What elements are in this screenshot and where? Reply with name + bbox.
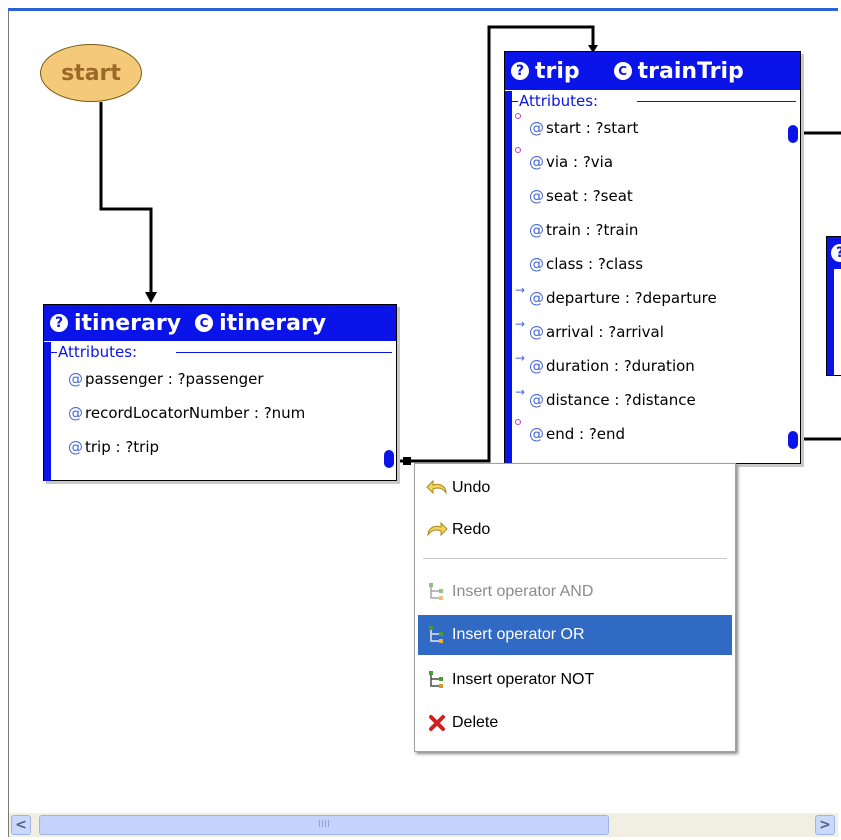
- attribute-text: passenger : ?passenger: [85, 370, 264, 388]
- itinerary-node[interactable]: ? itinerary C itinerary Attributes: @ pas…: [43, 304, 397, 481]
- attribute-text: trip : ?trip: [85, 438, 160, 456]
- attribute-icon: @: [529, 289, 544, 307]
- bound-circle-icon: [515, 419, 521, 425]
- query-icon: ?: [831, 244, 841, 262]
- trip-attribute-row[interactable]: @ via : ?via: [505, 145, 800, 179]
- menu-item-label: Insert operator NOT: [452, 671, 595, 688]
- menu-item-insert-and[interactable]: Insert operator AND: [418, 572, 732, 612]
- canvas-top-border: [8, 8, 838, 11]
- attribute-text: recordLocatorNumber : ?num: [85, 404, 306, 422]
- menu-item-undo[interactable]: Undo: [418, 468, 732, 508]
- redo-arrow-icon: [426, 519, 448, 541]
- start-node[interactable]: start: [40, 44, 142, 102]
- bound-circle-icon: [515, 147, 521, 153]
- trip-attribute-row[interactable]: → @ departure : ?departure: [505, 281, 800, 315]
- attribute-icon: @: [529, 323, 544, 341]
- query-icon: ?: [511, 62, 529, 80]
- menu-item-insert-or[interactable]: Insert operator OR: [418, 615, 732, 655]
- menu-item-insert-not[interactable]: Insert operator NOT: [418, 660, 732, 700]
- end-attribute-port[interactable]: [788, 431, 798, 449]
- itinerary-var-name: itinerary: [74, 310, 182, 336]
- tree-operator-icon: [426, 581, 448, 603]
- red-x-icon: [426, 712, 448, 734]
- trip-attribute-port[interactable]: [384, 450, 394, 468]
- itinerary-attribute-row[interactable]: @ trip : ?trip: [44, 430, 396, 464]
- partial-side-bar: [827, 269, 834, 375]
- trip-attributes-title: Attributes:: [512, 91, 800, 111]
- itinerary-attributes-title: Attributes:: [51, 342, 396, 362]
- scroll-thumb[interactable]: IIII: [39, 815, 609, 835]
- menu-item-label: Redo: [452, 521, 491, 538]
- attribute-icon: @: [529, 153, 544, 171]
- itinerary-class-name: itinerary: [219, 310, 327, 336]
- attribute-icon: @: [68, 404, 83, 422]
- itinerary-node-header[interactable]: ? itinerary C itinerary: [44, 305, 396, 341]
- trip-var-name: trip: [535, 58, 580, 84]
- attribute-icon: @: [529, 425, 544, 443]
- arrow-marker-icon: →: [515, 283, 526, 297]
- arrow-marker-icon: →: [515, 317, 526, 331]
- start-attribute-port[interactable]: [788, 125, 798, 143]
- menu-item-delete[interactable]: Delete: [418, 703, 732, 743]
- itinerary-attribute-row[interactable]: @ passenger : ?passenger: [44, 362, 396, 396]
- attribute-text: departure : ?departure: [546, 289, 717, 307]
- attribute-text: class : ?class: [546, 255, 644, 273]
- attribute-icon: @: [68, 438, 83, 456]
- attribute-icon: @: [529, 119, 544, 137]
- partial-node[interactable]: ?: [826, 236, 841, 376]
- trip-node-body: Attributes: @ start : ?start @ via : ?via …: [505, 91, 800, 464]
- attribute-text: train : ?train: [546, 221, 639, 239]
- arrow-marker-icon: →: [515, 385, 526, 399]
- attribute-icon: @: [529, 357, 544, 375]
- attribute-text: distance : ?distance: [546, 391, 696, 409]
- trip-attribute-row[interactable]: @ class : ?class: [505, 247, 800, 281]
- attribute-text: start : ?start: [546, 119, 639, 137]
- menu-item-label: Insert operator AND: [452, 583, 594, 600]
- menu-item-label: Undo: [452, 479, 491, 496]
- attribute-icon: @: [529, 255, 544, 273]
- scroll-right-button[interactable]: >: [815, 815, 835, 835]
- attribute-icon: @: [68, 370, 83, 388]
- itinerary-node-body: Attributes: @ passenger : ?passenger @ rec…: [44, 342, 396, 481]
- attribute-text: via : ?via: [546, 153, 614, 171]
- query-icon: ?: [50, 314, 68, 332]
- horizontal-scrollbar[interactable]: < IIII >: [9, 813, 838, 837]
- trip-attribute-row[interactable]: → @ arrival : ?arrival: [505, 315, 800, 349]
- arrow-marker-icon: →: [515, 351, 526, 365]
- context-menu: Undo Redo Insert operator AND Insert ope…: [414, 463, 736, 752]
- class-icon: C: [613, 62, 632, 80]
- scroll-left-button[interactable]: <: [11, 815, 31, 835]
- trip-attribute-row[interactable]: @ seat : ?seat: [505, 179, 800, 213]
- attribute-text: duration : ?duration: [546, 357, 695, 375]
- bound-circle-icon: [515, 113, 521, 119]
- trip-attribute-row[interactable]: → @ distance : ?distance: [505, 383, 800, 417]
- attribute-text: arrival : ?arrival: [546, 323, 664, 341]
- attribute-icon: @: [529, 187, 544, 205]
- attribute-text: end : ?end: [546, 425, 626, 443]
- tree-operator-icon: [426, 669, 448, 691]
- menu-separator: [423, 558, 727, 560]
- trip-attribute-row[interactable]: @ end : ?end: [505, 417, 800, 451]
- trip-attribute-row[interactable]: @ start : ?start: [505, 111, 800, 145]
- itinerary-attribute-row[interactable]: @ recordLocatorNumber : ?num: [44, 396, 396, 430]
- trip-attribute-row[interactable]: → @ duration : ?duration: [505, 349, 800, 383]
- class-icon: C: [195, 314, 214, 332]
- menu-item-label: Insert operator OR: [452, 626, 585, 643]
- attribute-text: seat : ?seat: [546, 187, 633, 205]
- undo-arrow-icon: [426, 477, 448, 499]
- menu-item-label: Delete: [452, 714, 499, 731]
- partial-node-header[interactable]: ?: [827, 237, 841, 269]
- attribute-icon: @: [529, 221, 544, 239]
- start-node-label: start: [61, 60, 121, 86]
- trip-attribute-row[interactable]: @ train : ?train: [505, 213, 800, 247]
- menu-item-redo[interactable]: Redo: [418, 510, 732, 550]
- trip-node-header[interactable]: ? trip C trainTrip: [505, 52, 800, 90]
- tree-operator-icon: [426, 624, 448, 646]
- trip-node[interactable]: ? trip C trainTrip Attributes: @ start : …: [504, 51, 801, 464]
- attribute-icon: @: [529, 391, 544, 409]
- trip-class-name: trainTrip: [637, 58, 744, 84]
